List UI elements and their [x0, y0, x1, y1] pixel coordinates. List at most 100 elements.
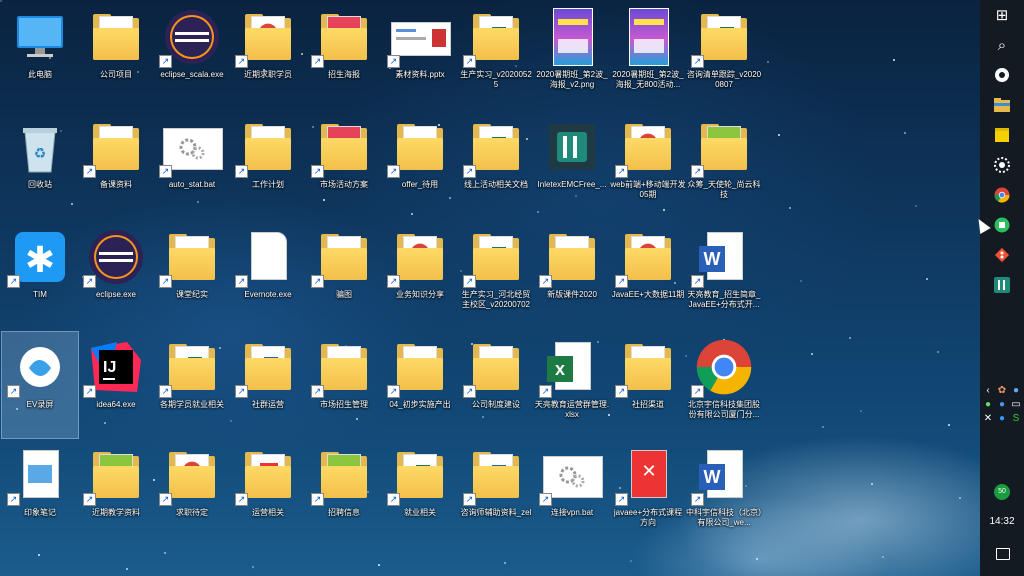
desktop-icon[interactable]: W ↗ 天亮教育_招生简章_JavaEE+分布式开...: [686, 222, 762, 328]
desktop-icon[interactable]: ↗ eclipse_scala.exe: [154, 2, 230, 108]
desktop-icon-label: InletexEMCFree_...: [537, 180, 607, 189]
word-icon: W ↗: [691, 228, 753, 288]
desktop-icon[interactable]: ↗ 近期求职学员: [230, 2, 306, 108]
desktop-icon[interactable]: ↗ 印象笔记: [2, 440, 78, 546]
desktop-icon[interactable]: x↗ 就业相关: [382, 440, 458, 546]
desktop-icon[interactable]: x↗ 咨询清单跟踪_v20200807: [686, 2, 762, 108]
folder-icon: ↗: [235, 118, 297, 178]
desktop-icon[interactable]: W↗ 咨询师辅助资料_zel: [458, 440, 534, 546]
desktop-icon[interactable]: ♻ 回收站: [2, 112, 78, 218]
background-star: [789, 207, 791, 209]
desktop-icon[interactable]: ↗ 招生海报: [306, 2, 382, 108]
desktop-icon[interactable]: ↗ Evernote.exe: [230, 222, 306, 328]
desktop-icon[interactable]: 2020暑期班_第2波_海报_v2.png: [534, 2, 610, 108]
volume-muted-icon[interactable]: ✕: [981, 412, 995, 426]
desktop-icon[interactable]: 公司项目: [78, 2, 154, 108]
git-icon[interactable]: [980, 240, 1024, 270]
sticky-notes-icon[interactable]: [980, 120, 1024, 150]
desktop-icon[interactable]: ↗ 业务知识分享: [382, 222, 458, 328]
desktop-icon[interactable]: W ↗ 中科宇信科技（北京）有限公司_we...: [686, 440, 762, 546]
flower-app-icon[interactable]: [980, 60, 1024, 90]
desktop-icon-label: 中科宇信科技（北京）有限公司_we...: [686, 508, 762, 527]
desktop-icon-label: 招生海报: [328, 70, 360, 79]
desktop-icon-label: TIM: [33, 290, 47, 299]
clock[interactable]: 14:32: [980, 516, 1024, 527]
desktop-icon-label: 市场活动方案: [320, 180, 368, 189]
desktop-icon[interactable]: ✕ ↗ javaee+分布式课程方向: [610, 440, 686, 546]
shortcut-arrow-icon: ↗: [311, 493, 324, 506]
desktop-icon[interactable]: ✱ ↗ TIM: [2, 222, 78, 328]
file-explorer-icon[interactable]: [980, 90, 1024, 120]
chevron-left-icon[interactable]: ‹: [981, 384, 995, 398]
desktop-icon[interactable]: ↗ 素材资料.pptx: [382, 2, 458, 108]
desktop-icon[interactable]: x↗ 线上活动相关文档: [458, 112, 534, 218]
desktop-icon[interactable]: ↗ auto_stat.bat: [154, 112, 230, 218]
desktop-icon[interactable]: ↗ 北京宇信科技集团股份有限公司厦门分...: [686, 332, 762, 438]
desktop-icon-label: idea64.exe: [96, 400, 136, 409]
desktop-icon[interactable]: x ↗ 天亮教育运营群管理.xlsx: [534, 332, 610, 438]
desktop-icon[interactable]: ↗ web前端+移动端开发05期: [610, 112, 686, 218]
shortcut-arrow-icon: ↗: [615, 385, 628, 398]
windows-start-icon[interactable]: ⊞: [980, 0, 1024, 30]
tray-s-icon[interactable]: S: [1009, 412, 1023, 426]
desktop-icon[interactable]: x↗ 生产实习_v20200525: [458, 2, 534, 108]
desktop-icon[interactable]: x↗ 生产实习_河北经贸主校区_v20200702: [458, 222, 534, 328]
background-star: [871, 483, 873, 485]
gear-app-icon[interactable]: [980, 150, 1024, 180]
desktop-icon-label: 工作计划: [252, 180, 284, 189]
word-icon: W ↗: [691, 446, 753, 506]
excel-icon: x ↗: [539, 338, 601, 398]
taskbar: ⊞ ⌕ ‹ ✿ ● ● ● ▭ ✕ ● S 50 14:32: [980, 0, 1024, 576]
desktop-icon[interactable]: ↗ JavaEE+大数据11期: [610, 222, 686, 328]
folder-chrome-icon: ↗: [615, 118, 677, 178]
desktop-icon[interactable]: x↗ 各期学员就业相关: [154, 332, 230, 438]
desktop-icon[interactable]: ↗ 求职待定: [154, 440, 230, 546]
shortcut-arrow-icon: ↗: [159, 165, 172, 178]
desktop-icon[interactable]: ↗ offer_待用: [382, 112, 458, 218]
shortcut-arrow-icon: ↗: [387, 275, 400, 288]
inletex-icon[interactable]: [980, 270, 1024, 300]
chrome-icon[interactable]: [980, 180, 1024, 210]
desktop-icon[interactable]: ↗ 新版课件2020: [534, 222, 610, 328]
desktop-icon[interactable]: ↗ EV录屏: [1, 331, 79, 439]
desktop-icon[interactable]: ↗ 工作计划: [230, 112, 306, 218]
desktop-icon[interactable]: 2020暑期班_第2波_海报_无800活动...: [610, 2, 686, 108]
desktop-icon[interactable]: ↗ 04_初步实施产出: [382, 332, 458, 438]
poster-icon: [543, 8, 601, 66]
desktop-icon[interactable]: ↗ eclipse.exe: [78, 222, 154, 328]
desktop-icon[interactable]: ↗ 连接vpn.bat: [534, 440, 610, 546]
shortcut-arrow-icon: ↗: [83, 275, 96, 288]
tray-app2-icon[interactable]: ●: [995, 412, 1009, 426]
desktop-icon[interactable]: IJ ↗ idea64.exe: [78, 332, 154, 438]
desktop-icon[interactable]: ↗ 近期教学资料: [78, 440, 154, 546]
desktop-icon[interactable]: 此电脑: [2, 2, 78, 108]
desktop-icon[interactable]: ↗ 众筹_天使轮_尚云科技: [686, 112, 762, 218]
desktop-icon[interactable]: ↗ 招聘信息: [306, 440, 382, 546]
desktop-icon[interactable]: ↗ 公司制度建设: [458, 332, 534, 438]
tray-app-icon[interactable]: ✿: [995, 384, 1009, 398]
desktop-icon[interactable]: ↗ 市场招生管理: [306, 332, 382, 438]
desktop-icon[interactable]: W↗ 社群运营: [230, 332, 306, 438]
tray-shield-icon[interactable]: ●: [1009, 384, 1023, 398]
tray-green-badge-icon[interactable]: 50: [994, 484, 1010, 500]
desktop-icon[interactable]: ↗ 市场活动方案: [306, 112, 382, 218]
desktop-icon-label: 生产实习_v20200525: [460, 70, 532, 89]
desktop-icon[interactable]: ↗ 社招渠道: [610, 332, 686, 438]
battery-icon[interactable]: ▭: [1009, 398, 1023, 412]
desktop-icon-label: 新版课件2020: [547, 290, 597, 299]
desktop-icon[interactable]: ↗ 课堂纪实: [154, 222, 230, 328]
shortcut-arrow-icon: ↗: [311, 55, 324, 68]
desktop-icon[interactable]: InletexEMCFree_...: [534, 112, 610, 218]
wechat-icon[interactable]: ●: [981, 398, 995, 412]
desktop-icon-label: 连接vpn.bat: [550, 508, 594, 517]
folder-xmind-icon: ✕↗: [235, 446, 297, 506]
shortcut-arrow-icon: ↗: [235, 165, 248, 178]
desktop-icon[interactable]: ↗ 备课资料: [78, 112, 154, 218]
desktop-icon-label: Evernote.exe: [244, 290, 292, 299]
desktop-icon[interactable]: ✕↗ 运营相关: [230, 440, 306, 546]
notification-icon[interactable]: [996, 548, 1010, 560]
shortcut-arrow-icon: ↗: [159, 385, 172, 398]
desktop-icon[interactable]: ↗ 骗图: [306, 222, 382, 328]
tray-blue-icon[interactable]: ●: [995, 398, 1009, 412]
search-icon[interactable]: ⌕: [980, 30, 1024, 60]
